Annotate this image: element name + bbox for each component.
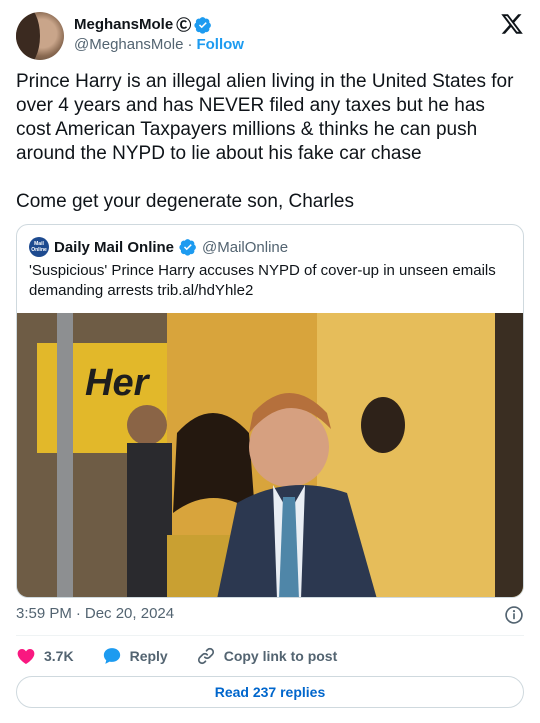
author-handle[interactable]: @MeghansMole xyxy=(74,36,183,53)
tweet-text: Prince Harry is an illegal alien living … xyxy=(16,71,514,212)
tweet-time[interactable]: 3:59 PM xyxy=(16,605,72,622)
quoted-author-handle[interactable]: @MailOnline xyxy=(202,239,288,256)
like-button[interactable]: 3.7K xyxy=(16,646,74,666)
copy-link-button[interactable]: Copy link to post xyxy=(196,646,338,666)
quoted-tweet[interactable]: Mail Online Daily Mail Online @MailOnlin… xyxy=(16,224,524,598)
quoted-tweet-text: 'Suspicious' Prince Harry accuses NYPD o… xyxy=(29,262,496,299)
author-avatar[interactable] xyxy=(16,12,64,60)
reply-label: Reply xyxy=(129,648,168,664)
follow-button[interactable]: Follow xyxy=(196,36,244,53)
heart-icon xyxy=(17,649,35,664)
photo-sign-text: Her xyxy=(85,362,151,404)
author-display-name[interactable]: MeghansMole xyxy=(74,16,173,33)
like-count: 3.7K xyxy=(44,648,74,664)
tweet-meta: 3:59 PM · Dec 20, 2024 xyxy=(16,605,174,622)
quoted-tweet-photo[interactable]: Her xyxy=(17,313,523,597)
info-icon[interactable] xyxy=(504,605,524,625)
x-logo-icon[interactable] xyxy=(500,12,524,36)
tweet-header: MeghansMole Ⓒ @MeghansMole · Follow xyxy=(16,12,524,60)
author-name-row: MeghansMole Ⓒ xyxy=(74,14,212,35)
meta-separator: · xyxy=(75,605,81,622)
copy-link-label: Copy link to post xyxy=(223,648,338,664)
quoted-tweet-header: Mail Online Daily Mail Online @MailOnlin… xyxy=(29,237,288,257)
link-icon xyxy=(197,647,214,665)
handle-separator: · xyxy=(187,36,193,53)
author-handle-row: @MeghansMole · Follow xyxy=(74,36,244,53)
reply-bubble-icon xyxy=(103,648,120,664)
mail-online-avatar[interactable]: Mail Online xyxy=(29,237,49,257)
divider xyxy=(16,635,524,636)
read-replies-button[interactable]: Read 237 replies xyxy=(16,676,524,708)
quoted-author-name[interactable]: Daily Mail Online xyxy=(54,239,174,256)
photo-scene: Her xyxy=(17,313,523,597)
verified-badge-icon xyxy=(194,16,212,34)
copyright-mark: Ⓒ xyxy=(176,17,192,34)
tweet-date[interactable]: Dec 20, 2024 xyxy=(85,605,174,622)
verified-badge-icon xyxy=(179,239,196,256)
reply-button[interactable]: Reply xyxy=(102,646,168,666)
action-bar: 3.7K Reply Copy link to post xyxy=(16,646,365,666)
